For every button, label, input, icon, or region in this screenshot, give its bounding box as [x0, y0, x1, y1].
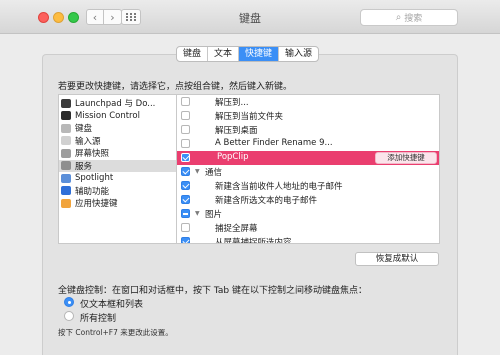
- sidebar-item-category[interactable]: 辅助功能: [59, 185, 177, 197]
- radio-label-all-controls: 所有控制: [80, 314, 117, 324]
- forward-button[interactable]: ›: [104, 9, 122, 25]
- sidebar-item-category[interactable]: Spotlight: [59, 172, 177, 184]
- category-label: 屏幕快照: [75, 149, 110, 159]
- sidebar-item-category[interactable]: Launchpad 与 Do...: [59, 97, 177, 109]
- title-bar: ‹ › 键盘 ⌕ 搜索: [0, 0, 500, 34]
- radio-label-text-boxes-and-lists: 仅文本框和列表: [80, 300, 144, 310]
- sidebar-item-category[interactable]: 屏幕快照: [59, 147, 177, 159]
- services-shortcut-list[interactable]: 解压到... 解压到当前文件夹 解压到桌面 A Better Finder Renam…: [176, 94, 440, 244]
- service-label: 从屏幕捕捉所选内容: [215, 238, 292, 244]
- service-label: 捕捉全屏幕: [215, 224, 258, 234]
- service-checkbox[interactable]: [181, 167, 190, 176]
- service-row[interactable]: A Better Finder Rename 9...: [177, 137, 439, 151]
- gear-icon: [61, 161, 71, 170]
- sidebar-item-category[interactable]: Mission Control: [59, 110, 177, 122]
- category-label: Launchpad 与 Do...: [75, 99, 156, 109]
- category-label: Mission Control: [75, 110, 140, 121]
- radio-all-controls[interactable]: [64, 311, 74, 321]
- service-checkbox[interactable]: [181, 97, 190, 106]
- category-label: Spotlight: [75, 173, 114, 183]
- service-checkbox[interactable]: [181, 125, 190, 134]
- tab-shortcuts[interactable]: 快捷键: [239, 47, 280, 61]
- service-group-row[interactable]: ▼ 图片: [177, 207, 439, 221]
- input-source-icon: [61, 136, 71, 145]
- service-label: 解压到当前文件夹: [215, 112, 284, 122]
- service-row[interactable]: 捕捉全屏幕: [177, 221, 439, 235]
- service-checkbox[interactable]: [181, 139, 190, 148]
- service-checkbox[interactable]: [181, 223, 190, 232]
- tab-input-sources[interactable]: 输入源: [279, 47, 318, 61]
- sidebar-item-category[interactable]: 应用快捷键: [59, 197, 177, 209]
- service-checkbox[interactable]: [181, 153, 190, 162]
- instruction-text: 若要更改快捷键，请选择它，点按组合键，然后键入新键。: [58, 82, 293, 92]
- service-checkbox[interactable]: [181, 209, 190, 218]
- mission-control-icon: [61, 111, 71, 120]
- disclosure-triangle-icon[interactable]: ▼: [195, 210, 200, 217]
- category-label: 键盘: [75, 124, 93, 134]
- category-label: 应用快捷键: [75, 199, 118, 209]
- screenshot-icon: [61, 148, 71, 158]
- keyboard-preferences-window: ‹ › 键盘 ⌕ 搜索 键盘 文本 快捷键 输入源 若要更改快捷键，请选择它，点…: [0, 0, 500, 355]
- grid-icon: [126, 13, 136, 21]
- sidebar-item-category[interactable]: 键盘: [59, 122, 177, 134]
- zoom-window-button[interactable]: [68, 12, 79, 23]
- service-row[interactable]: 解压到...: [177, 95, 439, 109]
- magnifier-icon: ⌕: [395, 12, 402, 23]
- search-field[interactable]: ⌕ 搜索: [360, 9, 458, 26]
- close-window-button[interactable]: [38, 12, 49, 23]
- category-label: 服务: [75, 161, 93, 172]
- category-label: 辅助功能: [75, 186, 110, 197]
- back-button[interactable]: ‹: [86, 9, 104, 25]
- service-row[interactable]: 新建含当前收件人地址的电子邮件: [177, 179, 439, 193]
- service-checkbox[interactable]: [181, 181, 190, 190]
- sidebar-item-category[interactable]: 服务: [59, 159, 177, 172]
- shortcut-category-list[interactable]: Launchpad 与 Do... Mission Control 键盘输入源屏幕快…: [58, 94, 177, 244]
- category-label: 输入源: [75, 136, 101, 147]
- chevron-right-icon: ›: [110, 10, 115, 24]
- service-row[interactable]: PopClip 添加快捷键: [177, 151, 439, 165]
- keyboard-control-hint: 按下 Control+F7 来更改此设置。: [58, 328, 173, 337]
- spotlight-icon: [61, 173, 71, 183]
- tab-keyboard[interactable]: 键盘: [177, 47, 209, 61]
- service-checkbox[interactable]: [181, 195, 190, 204]
- service-label: 解压到桌面: [215, 126, 258, 136]
- service-checkbox[interactable]: [181, 237, 190, 243]
- tab-text[interactable]: 文本: [208, 47, 240, 61]
- chevron-left-icon: ‹: [92, 10, 98, 24]
- service-label: 解压到...: [215, 98, 249, 108]
- launchpad-icon: [61, 98, 71, 108]
- service-label: 通信: [205, 168, 223, 178]
- keyboard-icon: [61, 123, 71, 133]
- service-label: 新建含所选文本的电子邮件: [215, 196, 318, 206]
- accessibility-icon: [61, 186, 71, 195]
- service-row[interactable]: 从屏幕捕捉所选内容: [177, 235, 439, 244]
- service-row[interactable]: 新建含所选文本的电子邮件: [177, 193, 439, 207]
- service-group-row[interactable]: ▼ 通信: [177, 165, 439, 179]
- sidebar-item-category[interactable]: 输入源: [59, 135, 177, 147]
- service-row[interactable]: 解压到当前文件夹: [177, 109, 439, 123]
- radio-text-boxes-and-lists[interactable]: [64, 297, 74, 307]
- show-all-button[interactable]: [121, 9, 141, 25]
- minimize-window-button[interactable]: [53, 12, 64, 23]
- service-checkbox[interactable]: [181, 111, 190, 120]
- search-placeholder: 搜索: [404, 14, 423, 24]
- app-shortcuts-icon: [61, 198, 71, 208]
- service-label: A Better Finder Rename 9...: [215, 138, 333, 148]
- service-label: 新建含当前收件人地址的电子邮件: [215, 182, 343, 192]
- service-label: 图片: [205, 210, 223, 220]
- restore-defaults-button[interactable]: 恢复成默认: [355, 252, 439, 266]
- full-keyboard-control-label: 全键盘控制：在窗口和对话框中，按下 Tab 键在以下控制之间移动键盘焦点：: [58, 286, 367, 296]
- service-row[interactable]: 解压到桌面: [177, 123, 439, 137]
- service-label: PopClip: [217, 152, 249, 162]
- add-shortcut-button[interactable]: 添加快捷键: [375, 152, 437, 164]
- disclosure-triangle-icon[interactable]: ▼: [195, 168, 200, 175]
- window-title: 键盘: [239, 12, 261, 25]
- tab-bar: 键盘 文本 快捷键 输入源: [176, 46, 320, 62]
